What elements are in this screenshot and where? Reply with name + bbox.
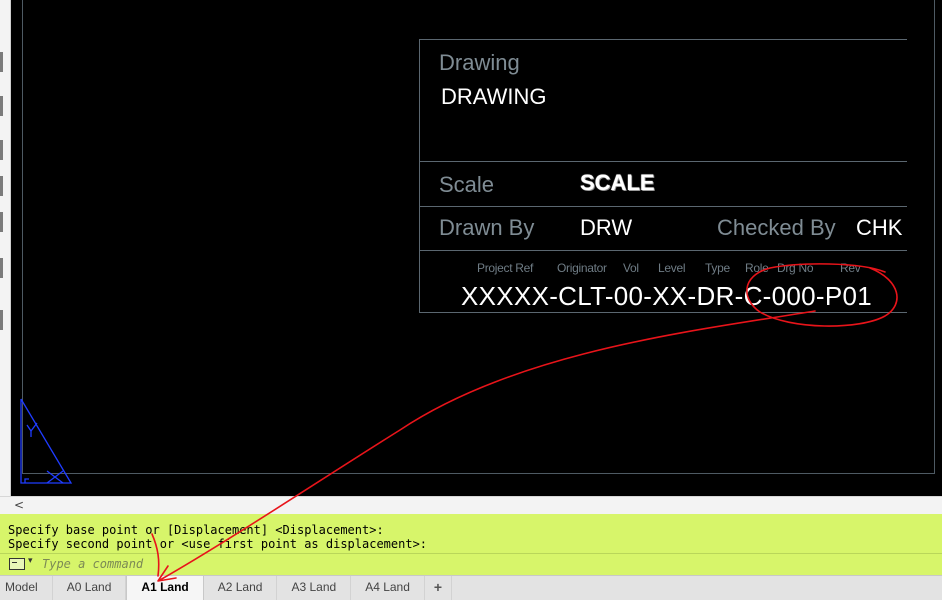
drawn-by-label: Drawn By — [439, 215, 535, 240]
ribbon-edge-marker — [0, 310, 3, 330]
command-prompt-icon[interactable] — [9, 558, 25, 570]
ribbon-edge-marker — [0, 96, 3, 116]
ribbon-edge-marker — [0, 176, 3, 196]
drawing-title-value: DRAWING — [441, 84, 547, 109]
drawn-by-value: DRW — [580, 215, 633, 240]
ribbon-edge-marker — [0, 258, 3, 278]
header-drg-no: Drg No — [777, 261, 814, 275]
drawing-number: XXXXX-CLT-00-XX-DR-C-000-P01 — [461, 281, 873, 311]
command-history-line: Specify base point or [Displacement] <Di… — [8, 523, 384, 537]
header-vol: Vol — [623, 261, 639, 275]
title-block-line — [419, 250, 907, 251]
tab-a4-land[interactable]: A4 Land — [351, 576, 425, 600]
checked-by-label: Checked By — [717, 215, 836, 240]
command-history: Specify base point or [Displacement] <Di… — [8, 523, 427, 551]
title-block-line — [419, 39, 420, 313]
command-history-line: Specify second point or <use first point… — [8, 537, 428, 551]
command-input-row: ▾ — [0, 553, 942, 575]
chevron-down-icon[interactable]: ▾ — [28, 556, 33, 566]
ucs-icon — [20, 398, 73, 484]
scroll-left-arrow-icon[interactable]: < — [14, 497, 24, 514]
drawing-title-label: Drawing — [439, 50, 520, 75]
scale-value: SCALE — [580, 170, 655, 195]
header-project-ref: Project Ref — [477, 261, 534, 275]
header-type: Type — [705, 261, 730, 275]
title-block-line — [419, 161, 907, 162]
ribbon-edge-marker — [0, 140, 3, 160]
title-block-line — [419, 312, 907, 313]
checked-by-value: CHK — [856, 215, 903, 240]
tab-a0-land[interactable]: A0 Land — [53, 576, 127, 600]
header-originator: Originator — [557, 261, 607, 275]
scale-label: Scale — [439, 172, 495, 197]
horizontal-scrollbar[interactable]: < — [0, 496, 942, 514]
add-layout-button[interactable]: + — [425, 576, 453, 600]
title-block-line — [419, 206, 907, 207]
header-rev: Rev — [840, 261, 861, 275]
ribbon-edge-marker — [0, 212, 3, 232]
tab-a3-land[interactable]: A3 Land — [277, 576, 352, 600]
command-input[interactable] — [42, 555, 922, 573]
tab-a2-land[interactable]: A2 Land — [204, 576, 278, 600]
autocad-window: Drawing DRAWING Scale SCALE Drawn By DRW… — [0, 0, 942, 600]
left-ribbon-strip — [0, 0, 11, 496]
header-role: Role — [745, 261, 769, 275]
layout-tabs: Model A0 Land A1 Land A2 Land A3 Land A4… — [0, 575, 942, 600]
tab-model[interactable]: Model — [0, 576, 53, 600]
ribbon-edge-marker — [0, 52, 3, 72]
header-level: Level — [658, 261, 686, 275]
title-block-line — [419, 39, 907, 40]
command-line: Specify base point or [Displacement] <Di… — [0, 514, 942, 575]
tab-a1-land[interactable]: A1 Land — [126, 576, 204, 600]
drawing-canvas[interactable]: Drawing DRAWING Scale SCALE Drawn By DRW… — [11, 0, 942, 496]
